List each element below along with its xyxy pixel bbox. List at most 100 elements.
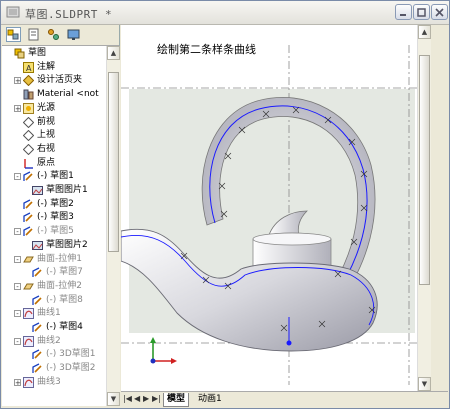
tree-item-right-plane[interactable]: 右视 (2, 143, 105, 156)
tree-item-label: (-) 草图4 (46, 322, 83, 332)
tab-configuration-manager[interactable] (46, 27, 61, 42)
maximize-icon (417, 8, 426, 17)
scroll-thumb[interactable] (108, 72, 119, 252)
maximize-button[interactable] (413, 4, 430, 20)
last-tab-nav-icon[interactable]: ▶| (152, 394, 161, 403)
sketch-icon (32, 267, 43, 278)
tree-scrollbar[interactable]: ▲ ▼ (106, 46, 120, 406)
bottom-tab-bar: |◀ ◀ ▶ ▶| 模型 动画1 (121, 391, 448, 408)
tree-item-label: 曲线1 (37, 308, 61, 319)
feature-tree: 草图 A 注解 + 设计活页夹 Material <not + 光源前视 上视右视原点 - (-) … (2, 46, 105, 406)
tree-item-curve3[interactable]: + 曲线3 (2, 376, 105, 389)
tree-item-label: 光源 (37, 102, 56, 113)
tree-item-sketch4[interactable]: (-) 草图4 (2, 321, 105, 334)
sketch-picture-icon (32, 240, 43, 251)
graphics-scroll-thumb[interactable] (419, 55, 430, 285)
surface-extrude-icon (23, 254, 34, 265)
tree-item-surface-extrude1[interactable]: - 曲面-拉伸1 (2, 253, 105, 266)
window-title: 草图.SLDPRT * (25, 8, 113, 21)
tree-item-label: (-) 草图7 (46, 267, 83, 278)
model-view (121, 45, 431, 385)
tree-item-label: 设计活页夹 (37, 75, 83, 86)
tab-model[interactable]: 模型 (163, 393, 190, 407)
sketch-icon (32, 349, 43, 360)
tree-item-curve2[interactable]: - 曲线2 (2, 335, 105, 348)
minimize-button[interactable] (395, 4, 412, 20)
curve-icon (23, 335, 34, 347)
tab-display-manager[interactable] (66, 27, 81, 42)
design-binder-icon (22, 75, 35, 87)
tree-item-origin[interactable]: 原点 (2, 157, 105, 170)
tree-item-root[interactable]: 草图 (2, 47, 105, 60)
tree-item-front-plane[interactable]: 前视 (2, 116, 105, 129)
part-icon (14, 48, 25, 59)
tab-property-manager[interactable] (26, 27, 41, 42)
tab-animation[interactable]: 动画1 (195, 393, 225, 406)
scroll-down-button[interactable]: ▼ (107, 392, 120, 406)
collapse-icon[interactable]: - (14, 337, 21, 345)
collapse-icon[interactable]: - (14, 282, 21, 290)
tree-item-label: (-) 草图5 (37, 226, 74, 237)
svg-text:A: A (26, 64, 32, 73)
tree-item-label: (-) 3D草图1 (46, 349, 96, 360)
graphics-scrollbar[interactable]: ▲ ▼ (417, 25, 431, 391)
prev-tab-nav-icon[interactable]: ◀ (134, 394, 140, 403)
tree-item-sketch5[interactable]: - (-) 草图5 (2, 225, 105, 238)
close-button[interactable] (431, 4, 448, 20)
graphics-scroll-up-button[interactable]: ▲ (418, 25, 431, 39)
scroll-up-button[interactable]: ▲ (107, 46, 120, 60)
next-tab-nav-icon[interactable]: ▶ (143, 394, 149, 403)
tree-item-sketch8[interactable]: (-) 草图8 (2, 294, 105, 307)
tree-item-curve1[interactable]: - 曲线1 (2, 307, 105, 320)
tree-item-material[interactable]: Material <not (2, 88, 105, 101)
tree-item-sketch1[interactable]: - (-) 草图1 (2, 170, 105, 183)
plane-icon (22, 116, 35, 128)
surface-extrude-icon (23, 281, 34, 292)
configuration-manager-icon (48, 29, 59, 40)
sketch-icon (32, 322, 43, 333)
tree-item-surface-extrude2[interactable]: - 曲面-拉伸2 (2, 280, 105, 293)
tree-item-3dsketch2[interactable]: (-) 3D草图2 (2, 362, 105, 375)
expand-icon[interactable]: + (14, 378, 21, 386)
collapse-icon[interactable]: - (14, 310, 21, 318)
expand-icon[interactable]: + (14, 77, 21, 85)
tree-item-lighting[interactable]: + 光源 (2, 102, 105, 115)
expand-icon[interactable]: + (14, 104, 21, 112)
graphics-area[interactable]: 绘制第二条样条曲线 ▲ ▼ (121, 25, 431, 391)
plane-icon (22, 129, 35, 142)
sketch-icon (23, 226, 34, 237)
tree-item-3dsketch1[interactable]: (-) 3D草图1 (2, 348, 105, 361)
graphics-scroll-down-button[interactable]: ▼ (418, 377, 431, 391)
tree-item-sketch2[interactable]: (-) 草图2 (2, 198, 105, 211)
tree-item-sketch-picture1[interactable]: 草图图片1 (2, 184, 105, 197)
tree-item-label: 曲线3 (37, 376, 61, 387)
tree-item-label: 曲面-拉伸2 (37, 280, 82, 291)
lid-rim (252, 232, 332, 246)
tree-item-sketch-picture2[interactable]: 草图图片2 (2, 239, 105, 252)
tree-item-label: 上视 (37, 130, 56, 141)
material-icon (23, 89, 34, 100)
tree-item-label: 右视 (37, 143, 56, 154)
tree-item-label: 草图图片2 (46, 239, 88, 250)
tree-item-annotations[interactable]: A 注解 (2, 61, 105, 74)
tree-item-sketch3[interactable]: (-) 草图3 (2, 211, 105, 224)
tree-item-sketch7[interactable]: (-) 草图7 (2, 266, 105, 279)
sketch-picture-icon (32, 185, 43, 196)
title-bar: 草图.SLDPRT * (1, 1, 449, 25)
tree-item-label: (-) 草图2 (37, 198, 74, 209)
collapse-icon[interactable]: - (14, 228, 21, 236)
tree-item-label: (-) 草图1 (37, 171, 74, 182)
sketch-icon (23, 199, 34, 210)
origin-icon (23, 158, 34, 169)
tree-item-label: 草图 (28, 48, 47, 58)
collapse-icon[interactable]: - (14, 255, 21, 263)
tree-item-label: 注解 (37, 61, 56, 72)
first-tab-nav-icon[interactable]: |◀ (123, 394, 132, 403)
minimize-icon (400, 14, 406, 16)
plane-icon (22, 143, 35, 156)
collapse-icon[interactable]: - (14, 173, 21, 181)
tab-feature-manager[interactable] (6, 27, 21, 42)
display-manager-icon (67, 29, 80, 40)
tree-item-top-plane[interactable]: 上视 (2, 129, 105, 142)
tree-item-design-binder[interactable]: + 设计活页夹 (2, 74, 105, 87)
